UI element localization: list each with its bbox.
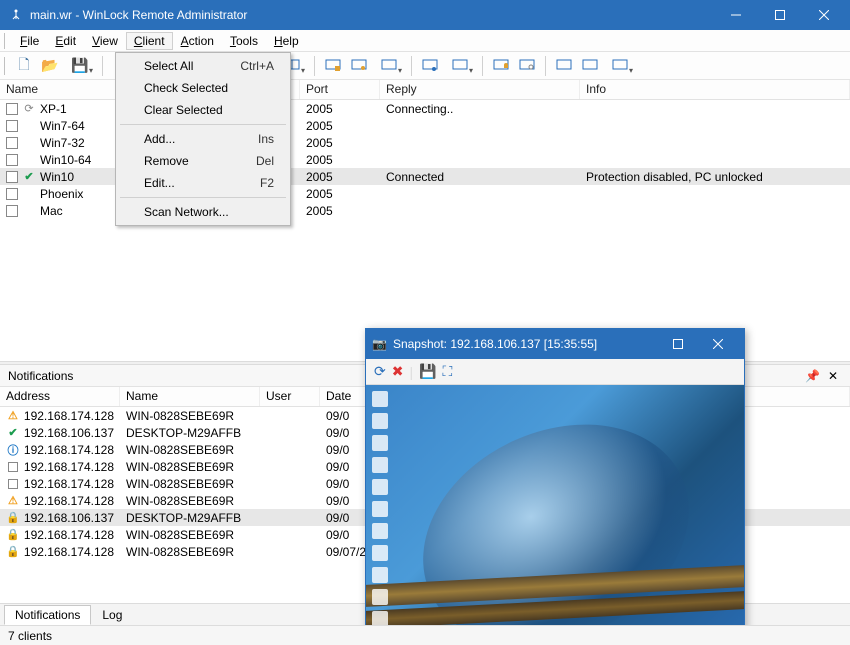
- maximize-button[interactable]: [758, 0, 802, 30]
- menu-view[interactable]: View: [84, 32, 126, 50]
- ss-fit-icon[interactable]: ⛶: [443, 363, 453, 380]
- client-checkbox[interactable]: [6, 171, 18, 183]
- status-text: 7 clients: [8, 629, 52, 643]
- menu-client[interactable]: Client: [126, 32, 173, 50]
- menuitem-edit-[interactable]: Edit...F2: [118, 172, 288, 194]
- client-checkbox[interactable]: [6, 188, 18, 200]
- menuitem-check-selected[interactable]: Check Selected: [118, 77, 288, 99]
- tb-mon-gear-icon[interactable]: [373, 54, 405, 78]
- ss-save-icon[interactable]: 💾: [419, 363, 436, 380]
- menuitem-clear-selected[interactable]: Clear Selected: [118, 99, 288, 121]
- tb-open-icon[interactable]: 📂: [38, 54, 62, 78]
- snapshot-window[interactable]: 📷 Snapshot: 192.168.106.137 [15:35:55] ⟳…: [365, 328, 745, 625]
- snapshot-titlebar[interactable]: 📷 Snapshot: 192.168.106.137 [15:35:55]: [366, 329, 744, 359]
- snapshot-toolbar: ⟳ ✖ | 💾 ⛶: [366, 359, 744, 385]
- main-window: main.wr - WinLock Remote Administrator F…: [0, 0, 850, 645]
- tb-menu-icon[interactable]: [604, 54, 636, 78]
- snapshot-close[interactable]: [698, 329, 738, 359]
- menuitem-add-[interactable]: Add...Ins: [118, 128, 288, 150]
- menu-help[interactable]: Help: [266, 32, 307, 50]
- menuitem-scan-network-[interactable]: Scan Network...: [118, 201, 288, 223]
- menuitem-select-all[interactable]: Select AllCtrl+A: [118, 55, 288, 77]
- col-port[interactable]: Port: [300, 80, 380, 99]
- tb-mon-key-icon[interactable]: [347, 54, 371, 78]
- tb-mon-lock-icon[interactable]: [321, 54, 345, 78]
- col-info[interactable]: Info: [580, 80, 850, 99]
- tb-net1-icon[interactable]: [418, 54, 442, 78]
- snapshot-canvas: [366, 385, 744, 625]
- ncol-user[interactable]: User: [260, 387, 320, 406]
- col-reply[interactable]: Reply: [380, 80, 580, 99]
- ss-stop-icon[interactable]: ✖: [392, 363, 404, 380]
- client-menu-dropdown: Select AllCtrl+ACheck SelectedClear Sele…: [115, 52, 291, 226]
- statusbar: 7 clients: [0, 625, 850, 645]
- tb-bell-icon[interactable]: [489, 54, 513, 78]
- snapshot-maximize[interactable]: [658, 329, 698, 359]
- client-checkbox[interactable]: [6, 137, 18, 149]
- tb-a-icon[interactable]: [552, 54, 576, 78]
- client-checkbox[interactable]: [6, 154, 18, 166]
- tab-log[interactable]: Log: [91, 605, 133, 625]
- ncol-name[interactable]: Name: [120, 387, 260, 406]
- ss-refresh-icon[interactable]: ⟳: [374, 363, 386, 380]
- menuitem-remove[interactable]: RemoveDel: [118, 150, 288, 172]
- tb-b-icon[interactable]: [578, 54, 602, 78]
- window-title: main.wr - WinLock Remote Administrator: [30, 8, 714, 22]
- toolbar-grip[interactable]: [4, 57, 8, 75]
- menu-action[interactable]: Action: [173, 32, 222, 50]
- minimize-button[interactable]: [714, 0, 758, 30]
- menu-tools[interactable]: Tools: [222, 32, 266, 50]
- ncol-address[interactable]: Address: [0, 387, 120, 406]
- tb-search-icon[interactable]: [515, 54, 539, 78]
- app-icon: [8, 7, 24, 23]
- menu-edit[interactable]: Edit: [47, 32, 84, 50]
- panel-close-icon[interactable]: ✕: [824, 369, 842, 383]
- client-checkbox[interactable]: [6, 103, 18, 115]
- titlebar[interactable]: main.wr - WinLock Remote Administrator: [0, 0, 850, 30]
- client-checkbox[interactable]: [6, 120, 18, 132]
- pin-icon[interactable]: 📌: [801, 369, 824, 383]
- notifications-title: Notifications: [8, 369, 73, 383]
- tab-notifications[interactable]: Notifications: [4, 605, 91, 625]
- close-button[interactable]: [802, 0, 846, 30]
- tb-save-icon[interactable]: 💾: [64, 54, 96, 78]
- tb-new-icon[interactable]: 🗋: [12, 54, 36, 78]
- menu-file[interactable]: File: [12, 32, 47, 50]
- menubar: FileEditViewClientActionToolsHelp: [0, 30, 850, 52]
- camera-icon: 📷: [372, 337, 387, 351]
- menubar-grip[interactable]: [4, 33, 8, 49]
- tb-net2-icon[interactable]: [444, 54, 476, 78]
- client-checkbox[interactable]: [6, 205, 18, 217]
- snapshot-title: Snapshot: 192.168.106.137 [15:35:55]: [393, 337, 658, 351]
